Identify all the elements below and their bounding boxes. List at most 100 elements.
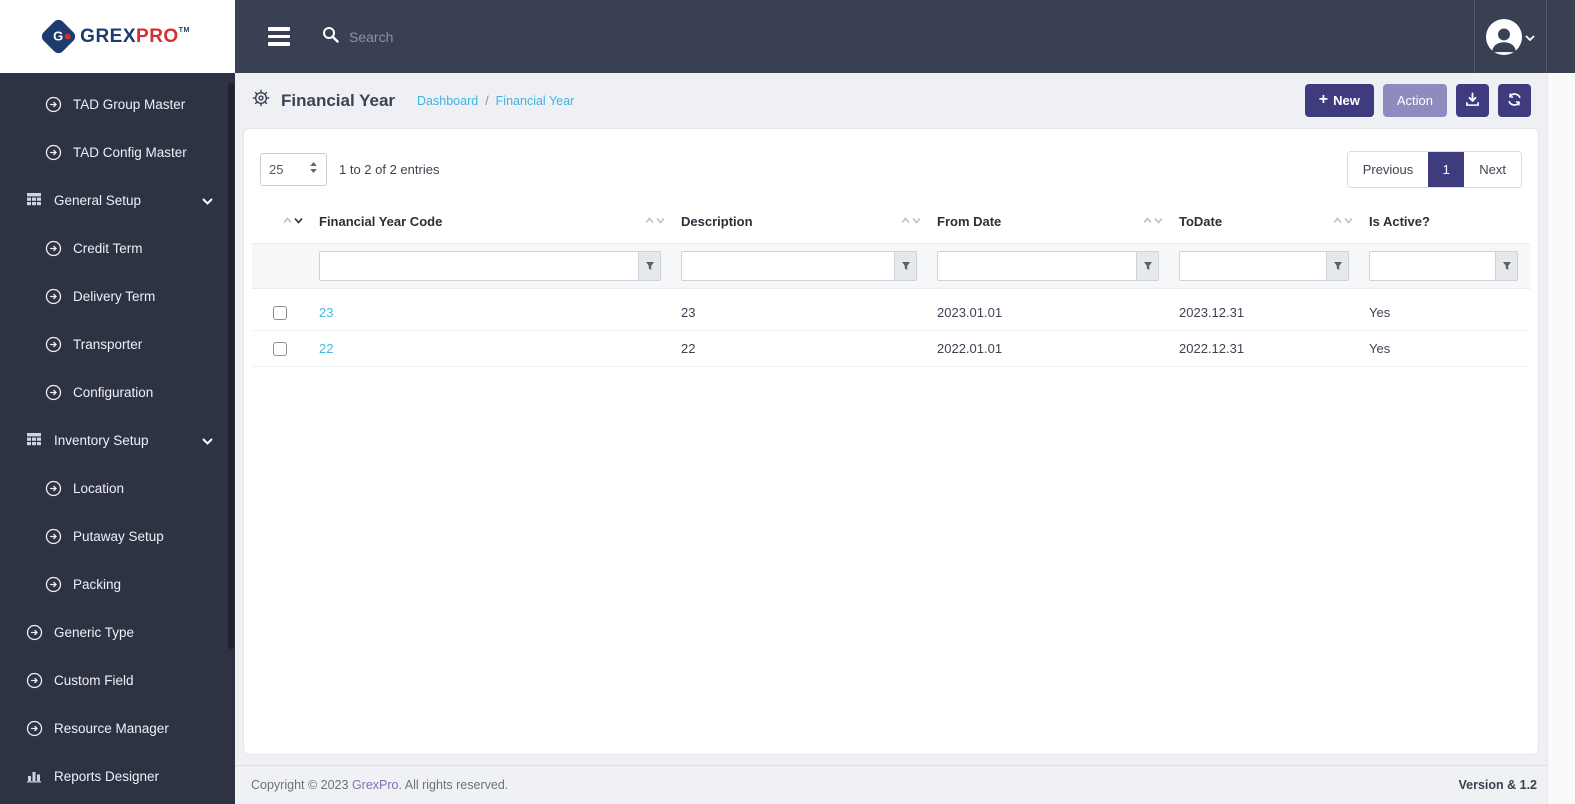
page-scrollbar[interactable] <box>1547 73 1575 804</box>
action-button[interactable]: Action <box>1382 84 1447 117</box>
sidebar-item-location[interactable]: Location <box>0 464 235 512</box>
filter-input-to-date[interactable] <box>1180 252 1326 280</box>
header-actions: + New Action <box>1304 84 1531 117</box>
sidebar-item-label: Location <box>73 480 125 496</box>
col-label: Is Active? <box>1369 214 1430 229</box>
download-button[interactable] <box>1456 84 1489 117</box>
sort-icons[interactable] <box>1143 217 1163 224</box>
sidebar-item-label: Packing <box>73 576 122 592</box>
sort-icons[interactable] <box>1333 217 1353 224</box>
pagination-previous[interactable]: Previous <box>1347 152 1429 187</box>
sidebar-item-delivery-term[interactable]: Delivery Term <box>0 272 235 320</box>
logo-trademark: TM <box>178 26 190 34</box>
filter-funnel-button[interactable] <box>894 252 916 280</box>
row-checkbox[interactable] <box>273 305 287 320</box>
sidebar-item-transporter[interactable]: Transporter <box>0 320 235 368</box>
filter-input-from-date[interactable] <box>938 252 1136 280</box>
copyright-text: Copyright © 2023 GrexPro. All rights res… <box>251 778 508 792</box>
row-code-link[interactable]: 22 <box>319 341 333 356</box>
sidebar-item-putaway-setup[interactable]: Putaway Setup <box>0 512 235 560</box>
card-toolbar: 25 1 to 2 of 2 entries Previous 1 Next <box>252 129 1530 204</box>
sort-icons[interactable] <box>645 217 665 224</box>
filter-group <box>319 251 661 281</box>
search-icon <box>322 26 339 48</box>
sort-icons[interactable] <box>283 217 303 224</box>
sidebar-item-label: Configuration <box>73 384 154 400</box>
cell-from-date: 2023.01.01 <box>929 288 1171 331</box>
sidebar-item-general-setup[interactable]: General Setup <box>0 176 235 224</box>
sidebar-item-custom-field[interactable]: Custom Field <box>0 656 235 704</box>
footer-brand-link[interactable]: GrexPro <box>352 778 399 792</box>
main-column: Financial Year Dashboard / Financial Yea… <box>235 0 1575 804</box>
new-button-label: New <box>1333 93 1360 108</box>
col-header-financial-year-code[interactable]: Financial Year Code <box>283 204 673 244</box>
sidebar-item-inventory-setup[interactable]: Inventory Setup <box>0 416 235 464</box>
row-checkbox[interactable] <box>273 341 287 356</box>
user-menu[interactable] <box>1474 0 1547 73</box>
sidebar-item-label: Generic Type <box>54 624 135 640</box>
sort-icons[interactable] <box>901 217 921 224</box>
sidebar-item-reports-designer[interactable]: Reports Designer <box>0 752 235 800</box>
arrow-circle-icon <box>25 719 43 737</box>
logo-red-dot <box>64 33 71 40</box>
sidebar-item-label: TAD Group Master <box>73 96 186 112</box>
logo-panel: G GREX PRO TM <box>0 0 235 73</box>
footer: Copyright © 2023 GrexPro. All rights res… <box>235 765 1547 804</box>
page-title: Financial Year <box>281 90 396 110</box>
sidebar-item-tad-group-master[interactable]: TAD Group Master <box>0 80 235 128</box>
grid-icon <box>25 191 43 209</box>
search-input[interactable] <box>349 28 649 45</box>
app-root: G GREX PRO TM TAD Group Master TAD Config … <box>0 0 1575 804</box>
col-header-description[interactable]: Description <box>645 204 929 244</box>
breadcrumb-separator: / <box>485 93 489 108</box>
chevron-down-icon <box>1525 28 1535 46</box>
col-header-from-date[interactable]: From Date <box>901 204 1171 244</box>
sidebar-item-configuration[interactable]: Configuration <box>0 368 235 416</box>
sidebar-item-tad-config-master[interactable]: TAD Config Master <box>0 128 235 176</box>
sidebar-item-label: Delivery Term <box>73 288 156 304</box>
cell-is-active: Yes <box>1361 330 1530 367</box>
filter-funnel-button[interactable] <box>1326 252 1348 280</box>
row-code-link[interactable]: 23 <box>319 305 333 320</box>
topbar <box>235 0 1575 73</box>
stepper-icon <box>309 161 318 179</box>
sidebar-item-label: Inventory Setup <box>54 432 149 448</box>
arrow-circle-icon <box>25 671 43 689</box>
filter-input-description[interactable] <box>682 252 894 280</box>
breadcrumb-financial-year[interactable]: Financial Year <box>496 94 575 108</box>
sidebar-item-credit-term[interactable]: Credit Term <box>0 224 235 272</box>
gear-icon <box>251 88 271 113</box>
sidebar-scrollbar[interactable] <box>228 83 234 649</box>
avatar <box>1486 18 1522 55</box>
pagination-page-1[interactable]: 1 <box>1428 152 1465 187</box>
sidebar-item-label: General Setup <box>54 192 142 208</box>
sidebar-item-generic-type[interactable]: Generic Type <box>0 608 235 656</box>
filter-input-financial-year-code[interactable] <box>320 252 638 280</box>
pagination-next[interactable]: Next <box>1464 152 1521 187</box>
page-size-value: 25 <box>269 162 284 177</box>
logo-text-pro: PRO <box>136 25 179 47</box>
filter-funnel-button[interactable] <box>1136 252 1158 280</box>
refresh-icon <box>1507 92 1522 110</box>
financial-year-table: Financial Year Code Description From Dat… <box>252 204 1530 367</box>
page-size-select[interactable]: 25 <box>260 153 327 186</box>
version-text: Version & 1.2 <box>1458 778 1537 792</box>
col-header-is-active[interactable]: Is Active? <box>1333 204 1530 244</box>
chevron-down-icon <box>202 193 213 208</box>
logo-text-grex: GREX <box>80 25 137 47</box>
sidebar-item-label: TAD Config Master <box>73 144 187 160</box>
breadcrumb-dashboard[interactable]: Dashboard <box>417 94 478 108</box>
filter-funnel-button[interactable] <box>1495 252 1517 280</box>
new-button[interactable]: + New <box>1304 84 1374 117</box>
filter-group <box>1179 251 1349 281</box>
col-label: Financial Year Code <box>319 214 443 229</box>
grexpro-logo[interactable]: G GREX PRO TM <box>39 17 190 56</box>
sidebar-item-resource-manager[interactable]: Resource Manager <box>0 704 235 752</box>
sidebar-item-packing[interactable]: Packing <box>0 560 235 608</box>
refresh-button[interactable] <box>1498 84 1531 117</box>
filter-funnel-button[interactable] <box>638 252 660 280</box>
hamburger-menu-icon[interactable] <box>268 27 290 46</box>
filter-input-is-active[interactable] <box>1370 252 1495 280</box>
sidebar-item-label: Reports Designer <box>54 768 160 784</box>
